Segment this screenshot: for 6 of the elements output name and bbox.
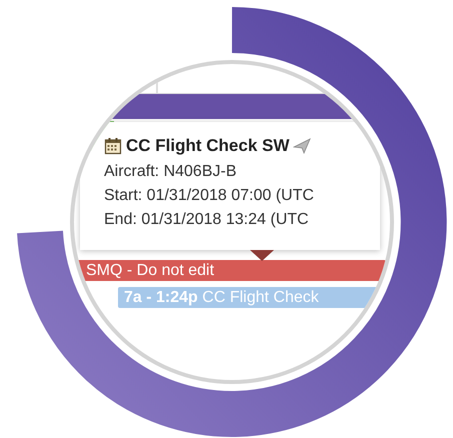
tooltip-line: End: 01/31/2018 13:24 (UTC — [104, 210, 310, 230]
plane-icon — [293, 138, 312, 154]
tooltip-title: CC Flight Check SW — [126, 136, 290, 156]
tooltip-line: Start: 01/31/2018 07:00 (UTC — [104, 186, 315, 206]
tooltip-line: Aircraft: N406BJ-B — [104, 162, 238, 182]
tooltip-pointer — [250, 250, 274, 261]
